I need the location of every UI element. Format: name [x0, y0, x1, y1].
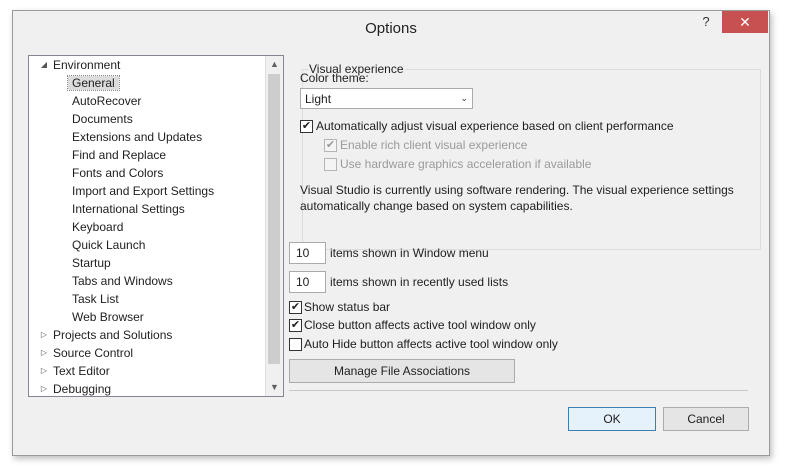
rendering-info-line2: automatically change based on system cap…	[300, 199, 573, 213]
scrollbar-thumb[interactable]	[268, 74, 280, 364]
collapse-icon[interactable]: ◢	[39, 56, 49, 74]
tree-item-label: Text Editor	[53, 364, 110, 378]
expand-icon[interactable]: ▷	[39, 344, 49, 362]
tree-item-extensions-and-updates[interactable]: Extensions and Updates	[72, 128, 202, 146]
window-menu-count-label: items shown in Window menu	[330, 246, 489, 260]
cancel-button[interactable]: Cancel	[663, 407, 749, 431]
tree-item-import-export-settings[interactable]: Import and Export Settings	[72, 182, 214, 200]
tree-item-international-settings[interactable]: International Settings	[72, 200, 185, 218]
auto-hide-option-label: Auto Hide button affects active tool win…	[304, 337, 558, 351]
tree-item-fonts-and-colors[interactable]: Fonts and Colors	[72, 164, 163, 182]
rich-client-label: Enable rich client visual experience	[340, 138, 528, 152]
footer-separator	[289, 390, 748, 391]
scroll-down-icon[interactable]: ▼	[266, 379, 283, 396]
expand-icon[interactable]: ▷	[39, 362, 49, 380]
title-bar: Options ? ✕	[13, 11, 769, 45]
rendering-info-line1: Visual Studio is currently using softwar…	[300, 183, 734, 197]
tree-item-find-and-replace[interactable]: Find and Replace	[72, 146, 166, 164]
close-button-option-checkbox[interactable]: ✔	[289, 319, 302, 332]
tree-item-general[interactable]: General	[67, 74, 120, 92]
recent-lists-count-input[interactable]: 10	[289, 271, 326, 293]
tree-item-label: Environment	[53, 58, 121, 72]
chevron-down-icon: ⌄	[460, 93, 468, 103]
tree-item-label: Source Control	[53, 346, 134, 360]
manage-file-associations-button[interactable]: Manage File Associations	[289, 359, 515, 383]
options-dialog: Options ? ✕ ◢ Environment General AutoRe…	[12, 10, 770, 456]
close-button[interactable]: ✕	[722, 11, 768, 33]
tree-item-startup[interactable]: Startup	[72, 254, 111, 272]
tree-item-task-list[interactable]: Task List	[72, 290, 119, 308]
ok-button[interactable]: OK	[568, 407, 656, 431]
rich-client-checkbox[interactable]: ✔	[324, 139, 337, 152]
help-button[interactable]: ?	[694, 11, 718, 33]
tree-item-keyboard[interactable]: Keyboard	[72, 218, 123, 236]
tree-item-tabs-and-windows[interactable]: Tabs and Windows	[72, 272, 173, 290]
tree-item-autorecover[interactable]: AutoRecover	[72, 92, 141, 110]
tree-item-documents[interactable]: Documents	[72, 110, 133, 128]
tree-item-label: General	[67, 75, 120, 91]
options-tree: ◢ Environment General AutoRecover Docume…	[28, 55, 284, 397]
tree-item-web-browser[interactable]: Web Browser	[72, 308, 144, 326]
auto-adjust-checkbox[interactable]: ✔	[300, 120, 313, 133]
scroll-up-icon[interactable]: ▲	[266, 56, 283, 73]
tree-item-label: Debugging	[53, 382, 112, 396]
hw-accel-label: Use hardware graphics acceleration if av…	[340, 157, 592, 171]
auto-adjust-label: Automatically adjust visual experience b…	[316, 119, 674, 133]
tree-scrollbar[interactable]: ▲ ▼	[265, 56, 283, 396]
dialog-title: Options	[365, 20, 417, 37]
tree-item-environment[interactable]: ◢ Environment	[41, 56, 121, 74]
hw-accel-checkbox[interactable]	[324, 158, 337, 171]
status-bar-label: Show status bar	[304, 300, 391, 314]
tree-item-projects-and-solutions[interactable]: ▷ Projects and Solutions	[41, 326, 173, 344]
tree-item-label: Projects and Solutions	[53, 328, 173, 342]
expand-icon[interactable]: ▷	[39, 380, 49, 396]
window-menu-count-input[interactable]: 10	[289, 242, 326, 264]
tree-item-text-editor[interactable]: ▷ Text Editor	[41, 362, 110, 380]
color-theme-value: Light	[305, 92, 332, 106]
expand-icon[interactable]: ▷	[39, 326, 49, 344]
auto-hide-option-checkbox[interactable]	[289, 338, 302, 351]
tree-item-debugging[interactable]: ▷ Debugging	[41, 380, 112, 396]
recent-lists-count-label: items shown in recently used lists	[330, 275, 509, 289]
color-theme-dropdown[interactable]: Light ⌄	[300, 88, 473, 109]
color-theme-label: Color theme:	[300, 71, 369, 85]
tree-item-quick-launch[interactable]: Quick Launch	[72, 236, 145, 254]
status-bar-checkbox[interactable]: ✔	[289, 301, 302, 314]
tree-item-source-control[interactable]: ▷ Source Control	[41, 344, 134, 362]
close-button-option-label: Close button affects active tool window …	[304, 318, 536, 332]
